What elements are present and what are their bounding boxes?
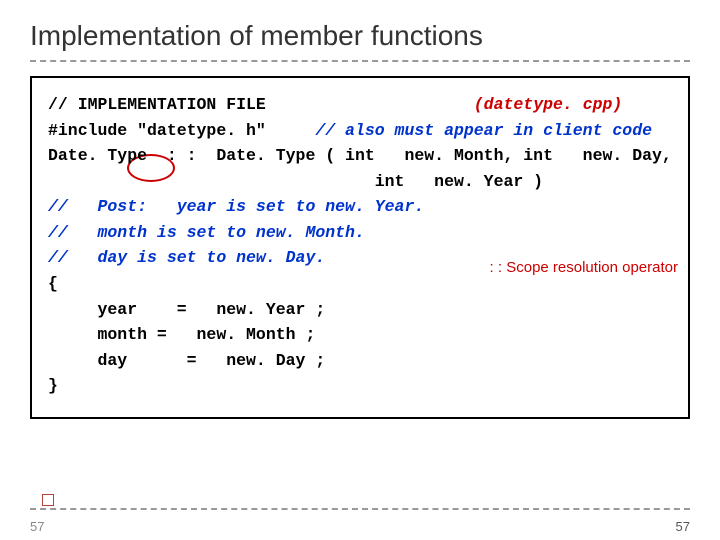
annotation-text: : : Scope resolution operator <box>490 256 678 279</box>
title-divider <box>30 60 690 62</box>
comment-line: // Post: year is set to new. Year. <box>48 194 672 220</box>
footer <box>30 508 690 516</box>
code-line: month = new. Month ; <box>48 322 672 348</box>
code-line: #include "datetype. h" // also must appe… <box>48 118 672 144</box>
code-line: Date. Type : : Date. Type ( int new. Mon… <box>48 143 672 169</box>
comment-text: // also must appear in client code <box>315 121 652 140</box>
slide: Implementation of member functions // IM… <box>0 0 720 540</box>
code-line: int new. Year ) <box>48 169 672 195</box>
comment-text: (datetype. cpp) <box>474 95 623 114</box>
page-number-left: 57 <box>30 519 44 534</box>
comment-line: // month is set to new. Month. <box>48 220 672 246</box>
code-box: // IMPLEMENTATION FILE (datetype. cpp) #… <box>30 76 690 419</box>
page-number-right: 57 <box>676 519 690 534</box>
footer-divider <box>30 508 690 510</box>
code-text: #include "datetype. h" <box>48 121 315 140</box>
code-line: // IMPLEMENTATION FILE (datetype. cpp) <box>48 92 672 118</box>
code-line: } <box>48 373 672 399</box>
footer-marker-icon <box>42 494 54 506</box>
slide-title: Implementation of member functions <box>30 20 690 52</box>
code-line: day = new. Day ; <box>48 348 672 374</box>
code-line: year = new. Year ; <box>48 297 672 323</box>
code-text: // IMPLEMENTATION FILE <box>48 95 474 114</box>
